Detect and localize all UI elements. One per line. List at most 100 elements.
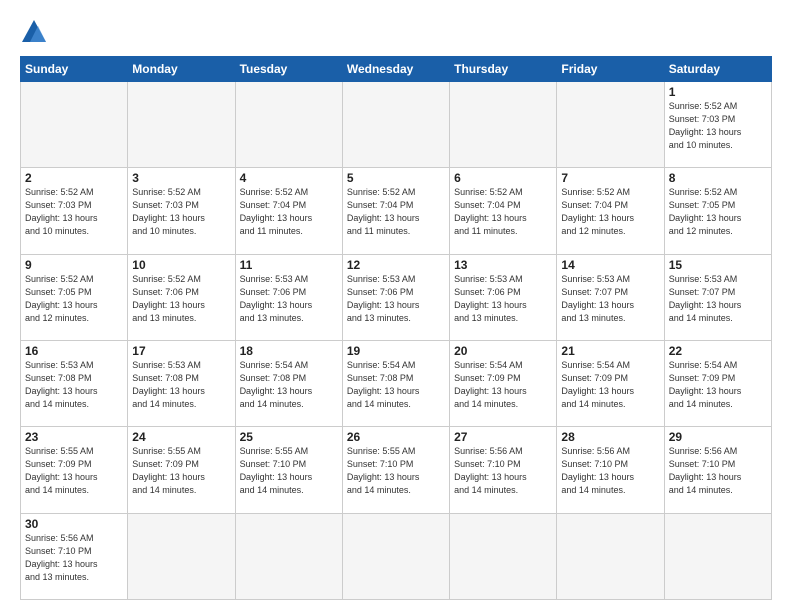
- day-info: Sunrise: 5:53 AM Sunset: 7:06 PM Dayligh…: [240, 273, 338, 325]
- calendar-day-cell: 7Sunrise: 5:52 AM Sunset: 7:04 PM Daylig…: [557, 168, 664, 254]
- calendar-day-cell: 23Sunrise: 5:55 AM Sunset: 7:09 PM Dayli…: [21, 427, 128, 513]
- logo-icon: [20, 18, 48, 46]
- day-info: Sunrise: 5:54 AM Sunset: 7:08 PM Dayligh…: [240, 359, 338, 411]
- calendar-day-cell: 12Sunrise: 5:53 AM Sunset: 7:06 PM Dayli…: [342, 254, 449, 340]
- day-info: Sunrise: 5:52 AM Sunset: 7:04 PM Dayligh…: [347, 186, 445, 238]
- day-info: Sunrise: 5:56 AM Sunset: 7:10 PM Dayligh…: [25, 532, 123, 584]
- day-info: Sunrise: 5:52 AM Sunset: 7:03 PM Dayligh…: [132, 186, 230, 238]
- day-number: 9: [25, 258, 123, 272]
- day-number: 10: [132, 258, 230, 272]
- calendar-day-cell: 18Sunrise: 5:54 AM Sunset: 7:08 PM Dayli…: [235, 340, 342, 426]
- day-number: 14: [561, 258, 659, 272]
- day-number: 12: [347, 258, 445, 272]
- calendar-day-cell: [342, 82, 449, 168]
- calendar-day-cell: 11Sunrise: 5:53 AM Sunset: 7:06 PM Dayli…: [235, 254, 342, 340]
- calendar-day-cell: 20Sunrise: 5:54 AM Sunset: 7:09 PM Dayli…: [450, 340, 557, 426]
- day-info: Sunrise: 5:53 AM Sunset: 7:08 PM Dayligh…: [132, 359, 230, 411]
- calendar-week-row: 2Sunrise: 5:52 AM Sunset: 7:03 PM Daylig…: [21, 168, 772, 254]
- calendar-day-cell: 15Sunrise: 5:53 AM Sunset: 7:07 PM Dayli…: [664, 254, 771, 340]
- day-number: 2: [25, 171, 123, 185]
- day-info: Sunrise: 5:55 AM Sunset: 7:10 PM Dayligh…: [240, 445, 338, 497]
- weekday-header: Monday: [128, 57, 235, 82]
- calendar-day-cell: 2Sunrise: 5:52 AM Sunset: 7:03 PM Daylig…: [21, 168, 128, 254]
- day-info: Sunrise: 5:52 AM Sunset: 7:05 PM Dayligh…: [25, 273, 123, 325]
- calendar-day-cell: 28Sunrise: 5:56 AM Sunset: 7:10 PM Dayli…: [557, 427, 664, 513]
- day-number: 1: [669, 85, 767, 99]
- day-number: 27: [454, 430, 552, 444]
- calendar-table: SundayMondayTuesdayWednesdayThursdayFrid…: [20, 56, 772, 600]
- day-info: Sunrise: 5:52 AM Sunset: 7:06 PM Dayligh…: [132, 273, 230, 325]
- day-number: 25: [240, 430, 338, 444]
- weekday-header: Saturday: [664, 57, 771, 82]
- calendar-day-cell: 5Sunrise: 5:52 AM Sunset: 7:04 PM Daylig…: [342, 168, 449, 254]
- day-number: 4: [240, 171, 338, 185]
- calendar-day-cell: [21, 82, 128, 168]
- day-number: 21: [561, 344, 659, 358]
- day-number: 20: [454, 344, 552, 358]
- day-info: Sunrise: 5:52 AM Sunset: 7:05 PM Dayligh…: [669, 186, 767, 238]
- calendar-day-cell: 3Sunrise: 5:52 AM Sunset: 7:03 PM Daylig…: [128, 168, 235, 254]
- day-info: Sunrise: 5:53 AM Sunset: 7:07 PM Dayligh…: [669, 273, 767, 325]
- day-info: Sunrise: 5:55 AM Sunset: 7:09 PM Dayligh…: [132, 445, 230, 497]
- calendar-day-cell: [557, 82, 664, 168]
- calendar-day-cell: 25Sunrise: 5:55 AM Sunset: 7:10 PM Dayli…: [235, 427, 342, 513]
- day-number: 6: [454, 171, 552, 185]
- calendar-day-cell: 24Sunrise: 5:55 AM Sunset: 7:09 PM Dayli…: [128, 427, 235, 513]
- calendar-day-cell: [557, 513, 664, 599]
- day-number: 19: [347, 344, 445, 358]
- calendar-day-cell: 4Sunrise: 5:52 AM Sunset: 7:04 PM Daylig…: [235, 168, 342, 254]
- calendar-day-cell: 9Sunrise: 5:52 AM Sunset: 7:05 PM Daylig…: [21, 254, 128, 340]
- calendar-week-row: 16Sunrise: 5:53 AM Sunset: 7:08 PM Dayli…: [21, 340, 772, 426]
- calendar-week-row: 30Sunrise: 5:56 AM Sunset: 7:10 PM Dayli…: [21, 513, 772, 599]
- calendar-day-cell: [450, 82, 557, 168]
- calendar-day-cell: 8Sunrise: 5:52 AM Sunset: 7:05 PM Daylig…: [664, 168, 771, 254]
- calendar-week-row: 9Sunrise: 5:52 AM Sunset: 7:05 PM Daylig…: [21, 254, 772, 340]
- calendar-day-cell: 17Sunrise: 5:53 AM Sunset: 7:08 PM Dayli…: [128, 340, 235, 426]
- calendar-day-cell: [342, 513, 449, 599]
- day-info: Sunrise: 5:54 AM Sunset: 7:09 PM Dayligh…: [561, 359, 659, 411]
- day-info: Sunrise: 5:55 AM Sunset: 7:10 PM Dayligh…: [347, 445, 445, 497]
- day-number: 18: [240, 344, 338, 358]
- calendar-day-cell: [128, 82, 235, 168]
- calendar-day-cell: 13Sunrise: 5:53 AM Sunset: 7:06 PM Dayli…: [450, 254, 557, 340]
- header: [20, 18, 772, 46]
- day-number: 23: [25, 430, 123, 444]
- day-number: 15: [669, 258, 767, 272]
- calendar-day-cell: 16Sunrise: 5:53 AM Sunset: 7:08 PM Dayli…: [21, 340, 128, 426]
- calendar-day-cell: [235, 513, 342, 599]
- calendar-day-cell: 27Sunrise: 5:56 AM Sunset: 7:10 PM Dayli…: [450, 427, 557, 513]
- day-info: Sunrise: 5:54 AM Sunset: 7:09 PM Dayligh…: [454, 359, 552, 411]
- day-number: 17: [132, 344, 230, 358]
- day-number: 28: [561, 430, 659, 444]
- calendar-day-cell: 10Sunrise: 5:52 AM Sunset: 7:06 PM Dayli…: [128, 254, 235, 340]
- calendar-day-cell: [235, 82, 342, 168]
- day-info: Sunrise: 5:52 AM Sunset: 7:04 PM Dayligh…: [561, 186, 659, 238]
- calendar-week-row: 23Sunrise: 5:55 AM Sunset: 7:09 PM Dayli…: [21, 427, 772, 513]
- calendar-day-cell: 22Sunrise: 5:54 AM Sunset: 7:09 PM Dayli…: [664, 340, 771, 426]
- logo: [20, 18, 52, 46]
- calendar-day-cell: 6Sunrise: 5:52 AM Sunset: 7:04 PM Daylig…: [450, 168, 557, 254]
- calendar-day-cell: 29Sunrise: 5:56 AM Sunset: 7:10 PM Dayli…: [664, 427, 771, 513]
- day-info: Sunrise: 5:52 AM Sunset: 7:03 PM Dayligh…: [25, 186, 123, 238]
- day-info: Sunrise: 5:52 AM Sunset: 7:04 PM Dayligh…: [454, 186, 552, 238]
- weekday-header: Friday: [557, 57, 664, 82]
- day-number: 5: [347, 171, 445, 185]
- calendar-day-cell: 30Sunrise: 5:56 AM Sunset: 7:10 PM Dayli…: [21, 513, 128, 599]
- calendar-day-cell: 1Sunrise: 5:52 AM Sunset: 7:03 PM Daylig…: [664, 82, 771, 168]
- day-info: Sunrise: 5:55 AM Sunset: 7:09 PM Dayligh…: [25, 445, 123, 497]
- calendar-day-cell: [450, 513, 557, 599]
- day-info: Sunrise: 5:53 AM Sunset: 7:06 PM Dayligh…: [454, 273, 552, 325]
- day-number: 24: [132, 430, 230, 444]
- day-info: Sunrise: 5:53 AM Sunset: 7:08 PM Dayligh…: [25, 359, 123, 411]
- calendar-day-cell: 26Sunrise: 5:55 AM Sunset: 7:10 PM Dayli…: [342, 427, 449, 513]
- weekday-header: Sunday: [21, 57, 128, 82]
- day-info: Sunrise: 5:56 AM Sunset: 7:10 PM Dayligh…: [669, 445, 767, 497]
- calendar-day-cell: [128, 513, 235, 599]
- day-number: 11: [240, 258, 338, 272]
- day-number: 22: [669, 344, 767, 358]
- day-number: 30: [25, 517, 123, 531]
- calendar-week-row: 1Sunrise: 5:52 AM Sunset: 7:03 PM Daylig…: [21, 82, 772, 168]
- day-number: 8: [669, 171, 767, 185]
- day-number: 26: [347, 430, 445, 444]
- weekday-header: Tuesday: [235, 57, 342, 82]
